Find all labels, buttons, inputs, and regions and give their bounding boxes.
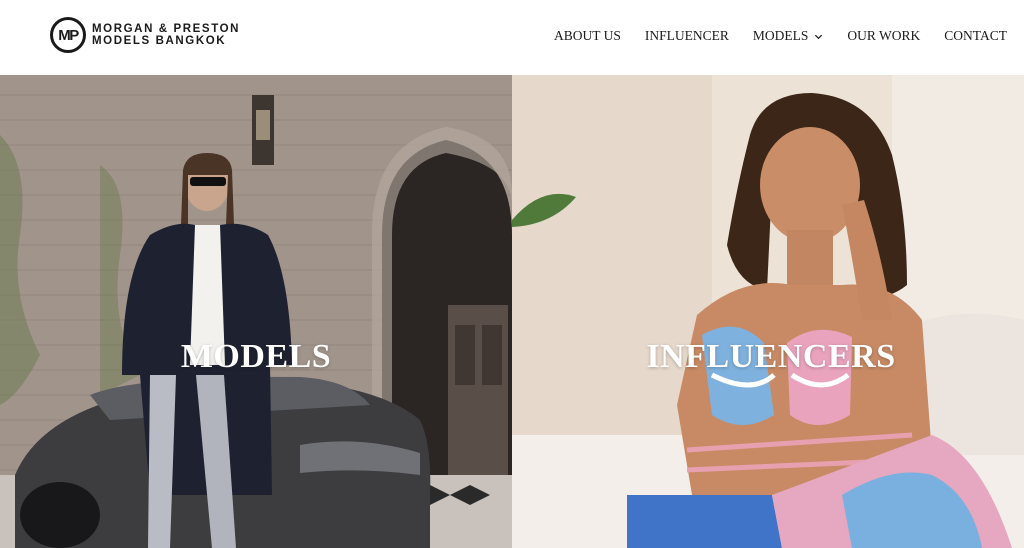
models-panel[interactable]: MODELS [0, 75, 512, 548]
chevron-down-icon [815, 34, 823, 39]
models-photo [0, 75, 512, 548]
site-header: MP MORGAN & PRESTON MODELS BANGKOK ABOUT… [0, 0, 1024, 75]
nav-our-work[interactable]: OUR WORK [847, 28, 920, 44]
logo-line-1: MORGAN & PRESTON [92, 23, 241, 35]
nav-contact[interactable]: CONTACT [944, 28, 1007, 44]
influencers-panel-title: INFLUENCERS [646, 338, 896, 375]
influencers-photo [512, 75, 1024, 548]
logo-monogram: MP [50, 17, 86, 53]
logo-wordmark: MORGAN & PRESTON MODELS BANGKOK [92, 23, 240, 47]
influencers-panel[interactable]: INFLUENCERS [512, 75, 1024, 548]
logo-line-2: MODELS BANGKOK [92, 35, 227, 47]
main-nav: ABOUT US INFLUENCER MODELS OUR WORK CONT… [554, 28, 1007, 44]
nav-models-label: MODELS [752, 28, 809, 43]
nav-influencer[interactable]: INFLUENCER [645, 28, 729, 44]
brand-logo[interactable]: MP MORGAN & PRESTON MODELS BANGKOK [50, 17, 240, 53]
nav-models[interactable]: MODELS [753, 28, 824, 44]
nav-about-us[interactable]: ABOUT US [554, 28, 621, 44]
models-panel-title: MODELS [180, 338, 332, 375]
